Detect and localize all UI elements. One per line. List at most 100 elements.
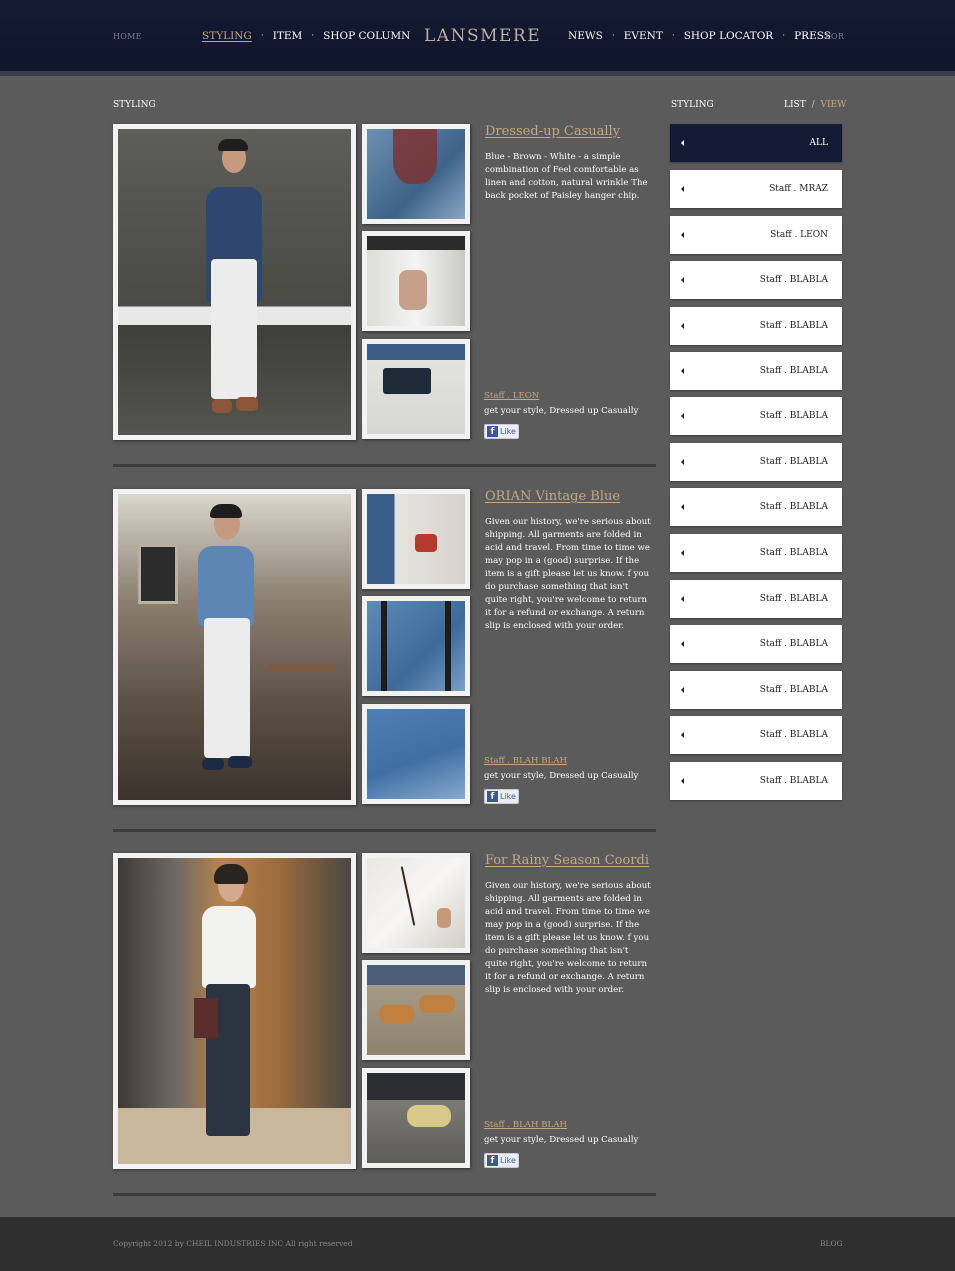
arrow-left-icon [681, 687, 684, 693]
nav-news-link[interactable]: NEWS [568, 30, 603, 42]
site-logo[interactable]: LANSMERE [424, 26, 541, 46]
post-staff-link[interactable]: Staff . BLAH BLAH [484, 756, 567, 766]
post-staff-link[interactable]: Staff . BLAH BLAH [484, 1120, 567, 1130]
language-kor-link[interactable]: KOR [825, 32, 844, 41]
post-thumbnail[interactable] [362, 853, 470, 953]
facebook-icon: f [487, 426, 498, 437]
sidebar-item-staff[interactable]: Staff . MRAZ [670, 170, 842, 208]
post-title-link[interactable]: ORIAN Vintage Blue [485, 489, 620, 504]
facebook-icon: f [487, 791, 498, 802]
arrow-left-icon [681, 186, 684, 192]
styling-post: Dressed-up Casually Blue - Brown - White… [113, 124, 656, 469]
nav-shop-column-link[interactable]: SHOP COLUMN [323, 30, 410, 42]
sidebar-item-staff[interactable]: Staff . BLABLA [670, 762, 842, 800]
nav-separator: · [260, 31, 264, 41]
sidebar-item-staff[interactable]: Staff . BLABLA [670, 580, 842, 618]
post-title-link[interactable]: For Rainy Season Coordi [485, 853, 649, 868]
sidebar-item-staff[interactable]: Staff . BLABLA [670, 625, 842, 663]
facebook-like-button[interactable]: f Like [484, 1153, 519, 1168]
nav-separator: · [782, 31, 786, 41]
styling-post: For Rainy Season Coordi Given our histor… [113, 853, 656, 1198]
post-thumbnail[interactable] [362, 1068, 470, 1168]
sidebar-item-staff[interactable]: Staff . BLABLA [670, 443, 842, 481]
sidebar-item-staff[interactable]: Staff . BLABLA [670, 352, 842, 390]
nav-styling-link[interactable]: STYLING [202, 30, 252, 42]
sidebar-item-label: Staff . BLABLA [759, 321, 828, 331]
post-title-link[interactable]: Dressed-up Casually [485, 124, 620, 139]
arrow-left-icon [681, 778, 684, 784]
sidebar-item-label: Staff . BLABLA [759, 275, 828, 285]
like-label: Like [500, 792, 516, 801]
sidebar-item-label: Staff . LEON [770, 230, 828, 240]
nav-left: STYLING · ITEM · SHOP COLUMN [202, 30, 410, 42]
arrow-left-icon [681, 140, 684, 146]
sidebar-item-label: Staff . BLABLA [759, 594, 828, 604]
sidebar-item-label: Staff . BLABLA [759, 411, 828, 421]
arrow-left-icon [681, 504, 684, 510]
arrow-left-icon [681, 413, 684, 419]
post-divider [113, 1193, 656, 1196]
sidebar-item-label: ALL [809, 138, 828, 148]
nav-separator: · [611, 31, 615, 41]
post-thumbnail[interactable] [362, 124, 470, 224]
post-thumbnail[interactable] [362, 339, 470, 439]
sidebar-item-staff[interactable]: Staff . LEON [670, 216, 842, 254]
sidebar-item-label: Staff . BLABLA [759, 685, 828, 695]
sidebar-item-staff[interactable]: Staff . BLABLA [670, 307, 842, 345]
arrow-left-icon [681, 641, 684, 647]
post-main-photo[interactable] [113, 489, 356, 805]
arrow-left-icon [681, 277, 684, 283]
post-thumbnail[interactable] [362, 960, 470, 1060]
post-thumbnail[interactable] [362, 489, 470, 589]
arrow-left-icon [681, 732, 684, 738]
nav-shop-locator-link[interactable]: SHOP LOCATOR [684, 30, 774, 42]
post-description: Given our history, we're serious about s… [485, 517, 651, 631]
post-staff-link[interactable]: Staff . LEON [484, 391, 539, 401]
post-tagline: get your style, Dressed up Casually [484, 406, 639, 416]
sidebar-item-staff[interactable]: Staff . BLABLA [670, 488, 842, 526]
sidebar-item-staff[interactable]: Staff . BLABLA [670, 671, 842, 709]
styling-post: ORIAN Vintage Blue Given our history, we… [113, 489, 656, 834]
arrow-left-icon [681, 232, 684, 238]
nav-item-link[interactable]: ITEM [273, 30, 303, 42]
nav-home-link[interactable]: HOME [113, 32, 142, 41]
view-toggle: LIST / VIEW [784, 100, 846, 110]
nav-event-link[interactable]: EVENT [624, 30, 663, 42]
grid-view-link[interactable]: VIEW [821, 100, 847, 110]
like-label: Like [500, 427, 516, 436]
post-description: Given our history, we're serious about s… [485, 881, 651, 995]
nav-separator: · [311, 31, 315, 41]
sidebar-item-staff[interactable]: Staff . BLABLA [670, 716, 842, 754]
post-divider [113, 829, 656, 832]
post-main-photo[interactable] [113, 853, 356, 1169]
sidebar-item-all[interactable]: ALL [670, 124, 842, 162]
post-thumbnail[interactable] [362, 231, 470, 331]
arrow-left-icon [681, 550, 684, 556]
list-view-link[interactable]: LIST [784, 100, 806, 110]
post-thumbnail[interactable] [362, 704, 470, 804]
nav-right: NEWS · EVENT · SHOP LOCATOR · PRESS [568, 30, 831, 42]
arrow-left-icon [681, 459, 684, 465]
sidebar-item-label: Staff . BLABLA [759, 502, 828, 512]
post-main-photo[interactable] [113, 124, 356, 440]
sidebar-item-label: Staff . MRAZ [769, 184, 828, 194]
facebook-like-button[interactable]: f Like [484, 424, 519, 439]
sidebar-item-staff[interactable]: Staff . BLABLA [670, 261, 842, 299]
copyright-text: Copyright 2012 by CHEIL INDUSTRIES INC A… [113, 1239, 353, 1248]
arrow-left-icon [681, 368, 684, 374]
post-thumbnail[interactable] [362, 596, 470, 696]
sidebar-item-label: Staff . BLABLA [759, 730, 828, 740]
arrow-left-icon [681, 596, 684, 602]
post-description: Blue - Brown - White - a simple combinat… [485, 152, 648, 201]
sidebar-item-staff[interactable]: Staff . BLABLA [670, 534, 842, 572]
site-header: HOME STYLING · ITEM · SHOP COLUMN LANSME… [0, 0, 955, 76]
sidebar-item-label: Staff . BLABLA [759, 366, 828, 376]
blog-link[interactable]: BLOG [820, 1239, 843, 1248]
post-tagline: get your style, Dressed up Casually [484, 771, 639, 781]
sidebar-item-label: Staff . BLABLA [759, 548, 828, 558]
site-footer: Copyright 2012 by CHEIL INDUSTRIES INC A… [0, 1217, 955, 1271]
facebook-like-button[interactable]: f Like [484, 789, 519, 804]
sidebar-item-staff[interactable]: Staff . BLABLA [670, 397, 842, 435]
arrow-left-icon [681, 323, 684, 329]
page-title: STYLING [113, 100, 156, 110]
